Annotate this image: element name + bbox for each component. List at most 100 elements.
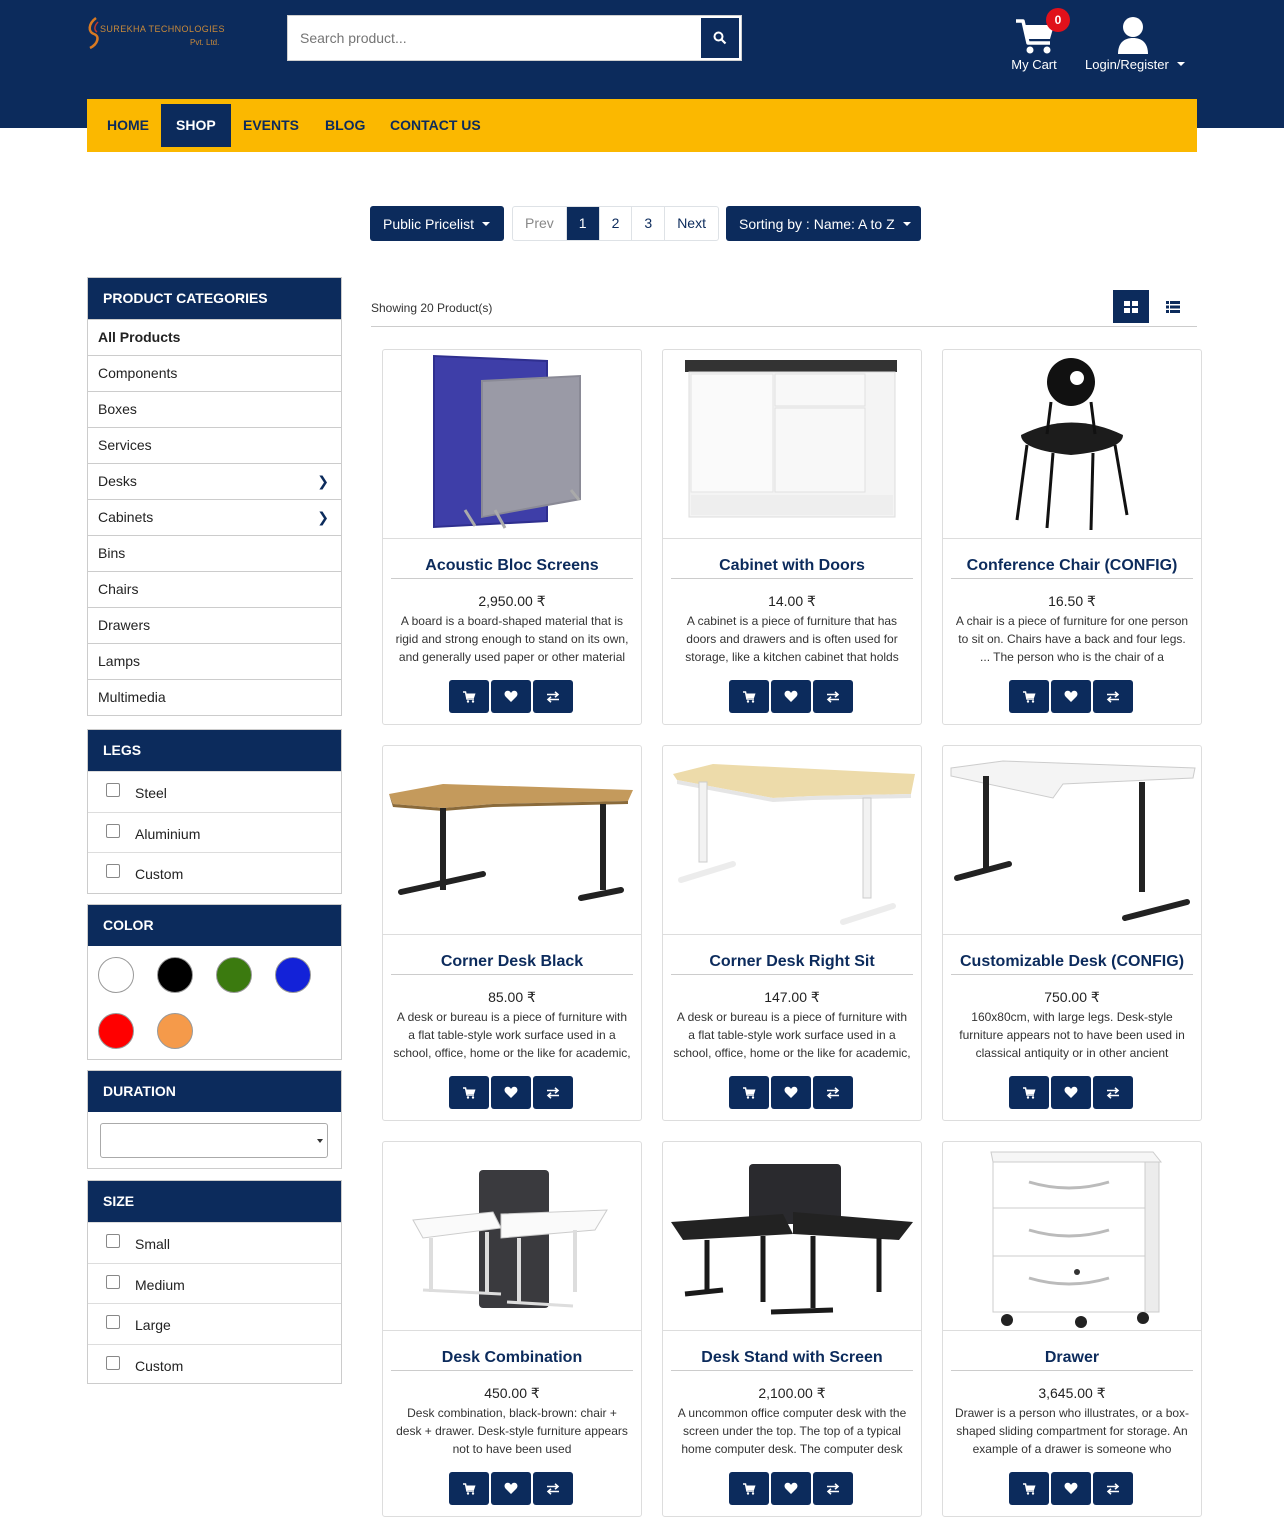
product-image[interactable] (383, 350, 641, 539)
add-to-wishlist-button[interactable] (771, 1076, 811, 1109)
nav-blog[interactable]: BLOG (310, 104, 380, 147)
chevron-right-icon[interactable]: ❯ (317, 464, 329, 499)
pager-page-1[interactable]: 1 (565, 207, 599, 240)
category-multimedia[interactable]: Multimedia (88, 679, 341, 715)
compare-button[interactable] (813, 1076, 853, 1109)
product-image[interactable] (663, 746, 921, 935)
legs-option-custom[interactable]: Custom (88, 852, 341, 893)
color-swatch-blue[interactable] (275, 957, 311, 993)
add-to-cart-button[interactable] (1009, 1472, 1049, 1505)
legs-option-aluminium[interactable]: Aluminium (88, 811, 341, 853)
product-title[interactable]: Desk Stand with Screen (671, 1349, 913, 1371)
login-register-menu[interactable]: Login/Register (1082, 14, 1192, 76)
company-logo[interactable]: SUREKHA TECHNOLOGIES Pvt. Ltd. (86, 14, 236, 54)
product-card[interactable]: Customizable Desk (CONFIG) 750.00 ₹ 160x80… (942, 745, 1202, 1121)
product-card[interactable]: Corner Desk Black 85.00 ₹ A desk or bureau… (382, 745, 642, 1121)
product-image[interactable] (943, 746, 1201, 935)
product-image[interactable] (383, 746, 641, 935)
pricelist-dropdown[interactable]: Public Pricelist (370, 206, 504, 241)
pager-next[interactable]: Next (664, 207, 718, 240)
product-title[interactable]: Drawer (951, 1349, 1193, 1371)
product-card[interactable]: Conference Chair (CONFIG) 16.50 ₹ A chair … (942, 349, 1202, 725)
size-option-custom[interactable]: Custom (88, 1343, 341, 1385)
category-chairs[interactable]: Chairs (88, 571, 341, 607)
search-button[interactable] (699, 16, 741, 60)
add-to-cart-button[interactable] (449, 1076, 489, 1109)
product-card[interactable]: Desk Combination 450.00 ₹ Desk combination… (382, 1141, 642, 1517)
size-option-small[interactable]: Small (88, 1222, 341, 1263)
checkbox[interactable] (106, 1315, 120, 1329)
compare-button[interactable] (533, 680, 573, 713)
category-lamps[interactable]: Lamps (88, 643, 341, 679)
product-title[interactable]: Conference Chair (CONFIG) (951, 557, 1193, 579)
add-to-cart-button[interactable] (1009, 1076, 1049, 1109)
grid-view-button[interactable] (1113, 290, 1149, 323)
product-image[interactable] (663, 350, 921, 539)
color-swatch-red[interactable] (98, 1013, 134, 1049)
color-swatch-white[interactable] (98, 957, 134, 993)
category-desks[interactable]: Desks ❯ (88, 463, 341, 499)
compare-button[interactable] (1093, 1076, 1133, 1109)
product-title[interactable]: Cabinet with Doors (671, 557, 913, 579)
chevron-right-icon[interactable]: ❯ (317, 500, 329, 535)
pager-page-2[interactable]: 2 (598, 207, 632, 240)
checkbox[interactable] (106, 864, 120, 878)
product-title[interactable]: Customizable Desk (CONFIG) (951, 953, 1193, 975)
add-to-cart-button[interactable] (449, 680, 489, 713)
checkbox[interactable] (106, 1234, 120, 1248)
checkbox[interactable] (106, 783, 120, 797)
product-image[interactable] (943, 350, 1201, 539)
product-title[interactable]: Acoustic Bloc Screens (391, 557, 633, 579)
nav-contact-us[interactable]: CONTACT US (375, 104, 496, 147)
product-image[interactable] (663, 1142, 921, 1331)
size-option-medium[interactable]: Medium (88, 1262, 341, 1304)
add-to-cart-button[interactable] (1009, 680, 1049, 713)
pager-prev[interactable]: Prev (513, 207, 566, 240)
my-cart[interactable]: 0 My Cart (1008, 8, 1070, 76)
compare-button[interactable] (1093, 1472, 1133, 1505)
product-image[interactable] (943, 1142, 1201, 1331)
category-all-products[interactable]: All Products (88, 319, 341, 355)
product-card[interactable]: Acoustic Bloc Screens 2,950.00 ₹ A board i… (382, 349, 642, 725)
product-card[interactable]: Corner Desk Right Sit 147.00 ₹ A desk or b… (662, 745, 922, 1121)
compare-button[interactable] (813, 680, 853, 713)
add-to-wishlist-button[interactable] (1051, 1076, 1091, 1109)
add-to-wishlist-button[interactable] (1051, 1472, 1091, 1505)
add-to-cart-button[interactable] (729, 1472, 769, 1505)
category-services[interactable]: Services (88, 427, 341, 463)
add-to-wishlist-button[interactable] (771, 680, 811, 713)
pager-page-3[interactable]: 3 (631, 207, 664, 240)
duration-select[interactable] (100, 1123, 328, 1158)
compare-button[interactable] (533, 1076, 573, 1109)
category-boxes[interactable]: Boxes (88, 391, 341, 427)
add-to-cart-button[interactable] (729, 680, 769, 713)
list-view-button[interactable] (1155, 290, 1191, 323)
product-card[interactable]: Desk Stand with Screen 2,100.00 ₹ A uncomm… (662, 1141, 922, 1517)
add-to-wishlist-button[interactable] (1051, 680, 1091, 713)
compare-button[interactable] (533, 1472, 573, 1505)
add-to-wishlist-button[interactable] (491, 680, 531, 713)
color-swatch-green[interactable] (216, 957, 252, 993)
color-swatch-black[interactable] (157, 957, 193, 993)
product-card[interactable]: Drawer 3,645.00 ₹ Drawer is a person who i… (942, 1141, 1202, 1517)
nav-events[interactable]: EVENTS (228, 104, 314, 147)
product-title[interactable]: Corner Desk Right Sit (671, 953, 913, 975)
compare-button[interactable] (813, 1472, 853, 1505)
nav-home[interactable]: HOME (92, 104, 164, 147)
legs-option-steel[interactable]: Steel (88, 771, 341, 812)
category-drawers[interactable]: Drawers (88, 607, 341, 643)
color-swatch-orange[interactable] (157, 1013, 193, 1049)
compare-button[interactable] (1093, 680, 1133, 713)
category-cabinets[interactable]: Cabinets ❯ (88, 499, 341, 535)
add-to-cart-button[interactable] (729, 1076, 769, 1109)
add-to-cart-button[interactable] (449, 1472, 489, 1505)
product-title[interactable]: Corner Desk Black (391, 953, 633, 975)
add-to-wishlist-button[interactable] (771, 1472, 811, 1505)
product-title[interactable]: Desk Combination (391, 1349, 633, 1371)
nav-shop[interactable]: SHOP (161, 104, 231, 147)
product-image[interactable] (383, 1142, 641, 1331)
category-components[interactable]: Components (88, 355, 341, 391)
size-option-large[interactable]: Large (88, 1303, 341, 1344)
product-card[interactable]: Cabinet with Doors 14.00 ₹ A cabinet is a … (662, 349, 922, 725)
checkbox[interactable] (106, 1274, 120, 1289)
